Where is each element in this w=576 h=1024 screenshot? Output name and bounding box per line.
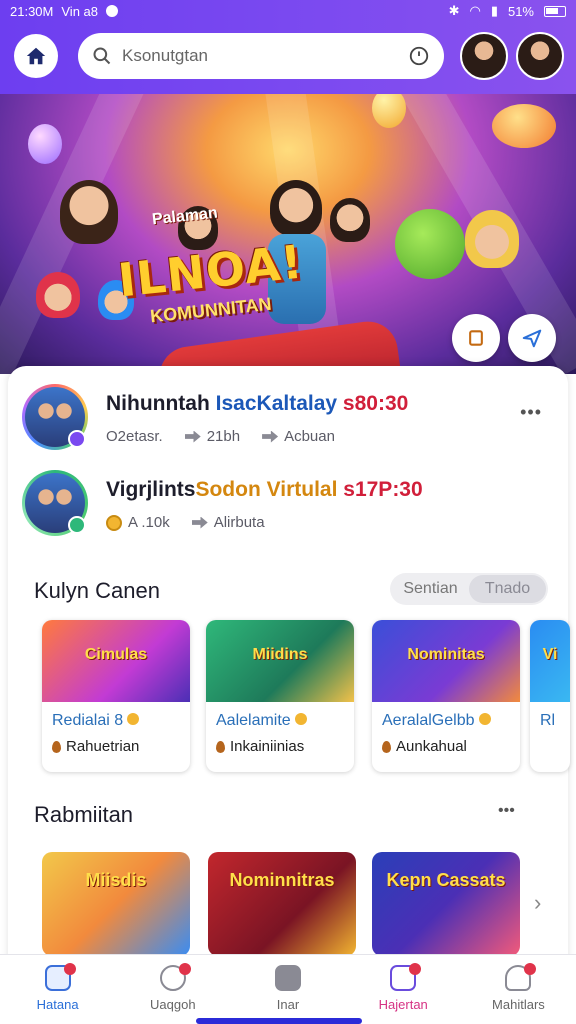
status-carrier: Vin a8 [61, 3, 99, 19]
tile-thumbnail[interactable]: Vi [530, 620, 570, 702]
home-icon [26, 47, 46, 65]
character-figure [465, 210, 519, 268]
content-tile[interactable]: Miisdis [42, 852, 190, 956]
content-tile[interactable]: Kepn Cassats [372, 852, 520, 956]
award-icon [294, 713, 307, 725]
more-options-icon[interactable]: ••• [520, 402, 542, 423]
feed-item[interactable]: Nihunntah IsacKaltalay s80:30 O2etasr. 2… [22, 384, 542, 454]
tile-thumbnail[interactable]: Miidins [206, 620, 354, 702]
balloon-decoration [28, 124, 62, 164]
segment-sentian[interactable]: Sentian [392, 575, 469, 603]
forward-icon [184, 430, 201, 443]
forward-icon [191, 516, 208, 529]
clock-icon[interactable] [408, 45, 430, 67]
profile-avatar[interactable] [460, 32, 508, 80]
notification-dot [409, 963, 422, 975]
segment-tnado[interactable]: Tnado [469, 575, 546, 603]
bluetooth-icon: ✱ [448, 3, 460, 18]
nav-profile[interactable]: Mahitlars [461, 955, 576, 1024]
character-figure [330, 198, 370, 242]
parachute-decoration [492, 104, 556, 148]
notification-dot [63, 963, 76, 975]
more-options-icon[interactable]: ••• [498, 802, 515, 820]
character-figure [60, 180, 118, 244]
tile-subtitle: Inkainiinias [216, 738, 304, 755]
meta-views: 21bh [206, 428, 241, 445]
nav-center[interactable]: Inar [230, 955, 345, 1024]
segmented-control[interactable]: Sentian Tnado [390, 573, 548, 605]
meta-author: Alirbuta [213, 514, 265, 531]
meta-date: O2etasr. [106, 428, 163, 445]
tile-thumbnail[interactable]: Nominitas [372, 620, 520, 702]
feed-item[interactable]: VigrjlintsSodon Virtulal s17P:30 A .10k … [22, 470, 542, 540]
section-title: Rabmiitan [34, 802, 134, 827]
search-input[interactable]: Ksonutgtan [122, 46, 408, 66]
feed-title: VigrjlintsSodon Virtulal s17P:30 [106, 478, 423, 501]
feed-title: Nihunntah IsacKaltalay s80:30 [106, 392, 409, 415]
meta-author: Acbuan [284, 428, 335, 445]
bookmark-button[interactable] [452, 314, 500, 362]
home-indicator [196, 1018, 362, 1024]
tile-title: Redialai 8 [52, 712, 140, 730]
content-tile[interactable]: Nominnitras [208, 852, 356, 956]
balloon-decoration [372, 94, 406, 128]
character-figure [36, 272, 80, 318]
content-tile[interactable]: Vi Rl [530, 620, 570, 772]
tile-subtitle: Aunkahual [382, 738, 467, 755]
tile-title: Aalelamite [216, 712, 307, 730]
send-icon [522, 329, 542, 348]
drop-icon [52, 740, 61, 753]
friend-avatar[interactable] [516, 32, 564, 80]
battery-percent: 51% [507, 3, 534, 19]
search-bar[interactable]: Ksonutgtan [78, 33, 444, 79]
share-icon [262, 430, 279, 443]
wifi-icon: ◠ [469, 3, 481, 18]
content-tile[interactable]: Nominitas AeralalGelbb Aunkahual [372, 620, 520, 772]
nav-home[interactable]: Hatana [0, 955, 115, 1024]
feed-meta: A .10k Alirbuta [106, 514, 265, 531]
notification-dot [524, 963, 537, 975]
status-bar: 21:30M Vin a8 ✱ ◠ ▮ 51% [0, 0, 576, 22]
drop-icon [382, 740, 391, 753]
home-button[interactable] [14, 34, 58, 78]
coin-icon [106, 514, 122, 531]
award-icon [127, 713, 140, 725]
tile-title: AeralalGelbb [382, 712, 491, 730]
drop-icon [216, 740, 225, 753]
battery-icon [544, 5, 566, 17]
tile-title: Rl [540, 712, 556, 729]
signal-icon: ▮ [490, 3, 498, 18]
content-tile[interactable]: Miidins Aalelamite Inkainiinias [206, 620, 354, 772]
section-title: Kulyn Canen [34, 578, 160, 603]
character-figure [270, 180, 322, 236]
bottom-nav: Hatana Uaqgoh Inar Hajertan Mahitlars [0, 954, 576, 1024]
badge-icon [68, 516, 86, 534]
square-icon [469, 330, 483, 346]
feed-meta: O2etasr. 21bh Acbuan [106, 428, 335, 445]
meta-count: A .10k [128, 514, 170, 531]
nav-messages[interactable]: Uaqgoh [115, 955, 230, 1024]
notification-dot [178, 963, 191, 975]
chevron-right-icon[interactable]: › [534, 890, 541, 916]
green-mascot [395, 209, 465, 279]
status-time: 21:30M [10, 3, 54, 19]
top-bar: 21:30M Vin a8 ✱ ◠ ▮ 51% Ksonutgtan [0, 0, 576, 94]
award-icon [478, 713, 491, 725]
close-icon [275, 965, 301, 991]
content-tile[interactable]: Cimulas Redialai 8 Rahuetrian [42, 620, 190, 772]
search-icon [93, 47, 111, 65]
heart-badge-icon [68, 430, 86, 448]
share-button[interactable] [508, 314, 556, 362]
tile-thumbnail[interactable]: Cimulas [42, 620, 190, 702]
tile-subtitle: Rahuetrian [52, 738, 139, 755]
notification-icon [106, 5, 119, 17]
nav-live[interactable]: Hajertan [346, 955, 461, 1024]
